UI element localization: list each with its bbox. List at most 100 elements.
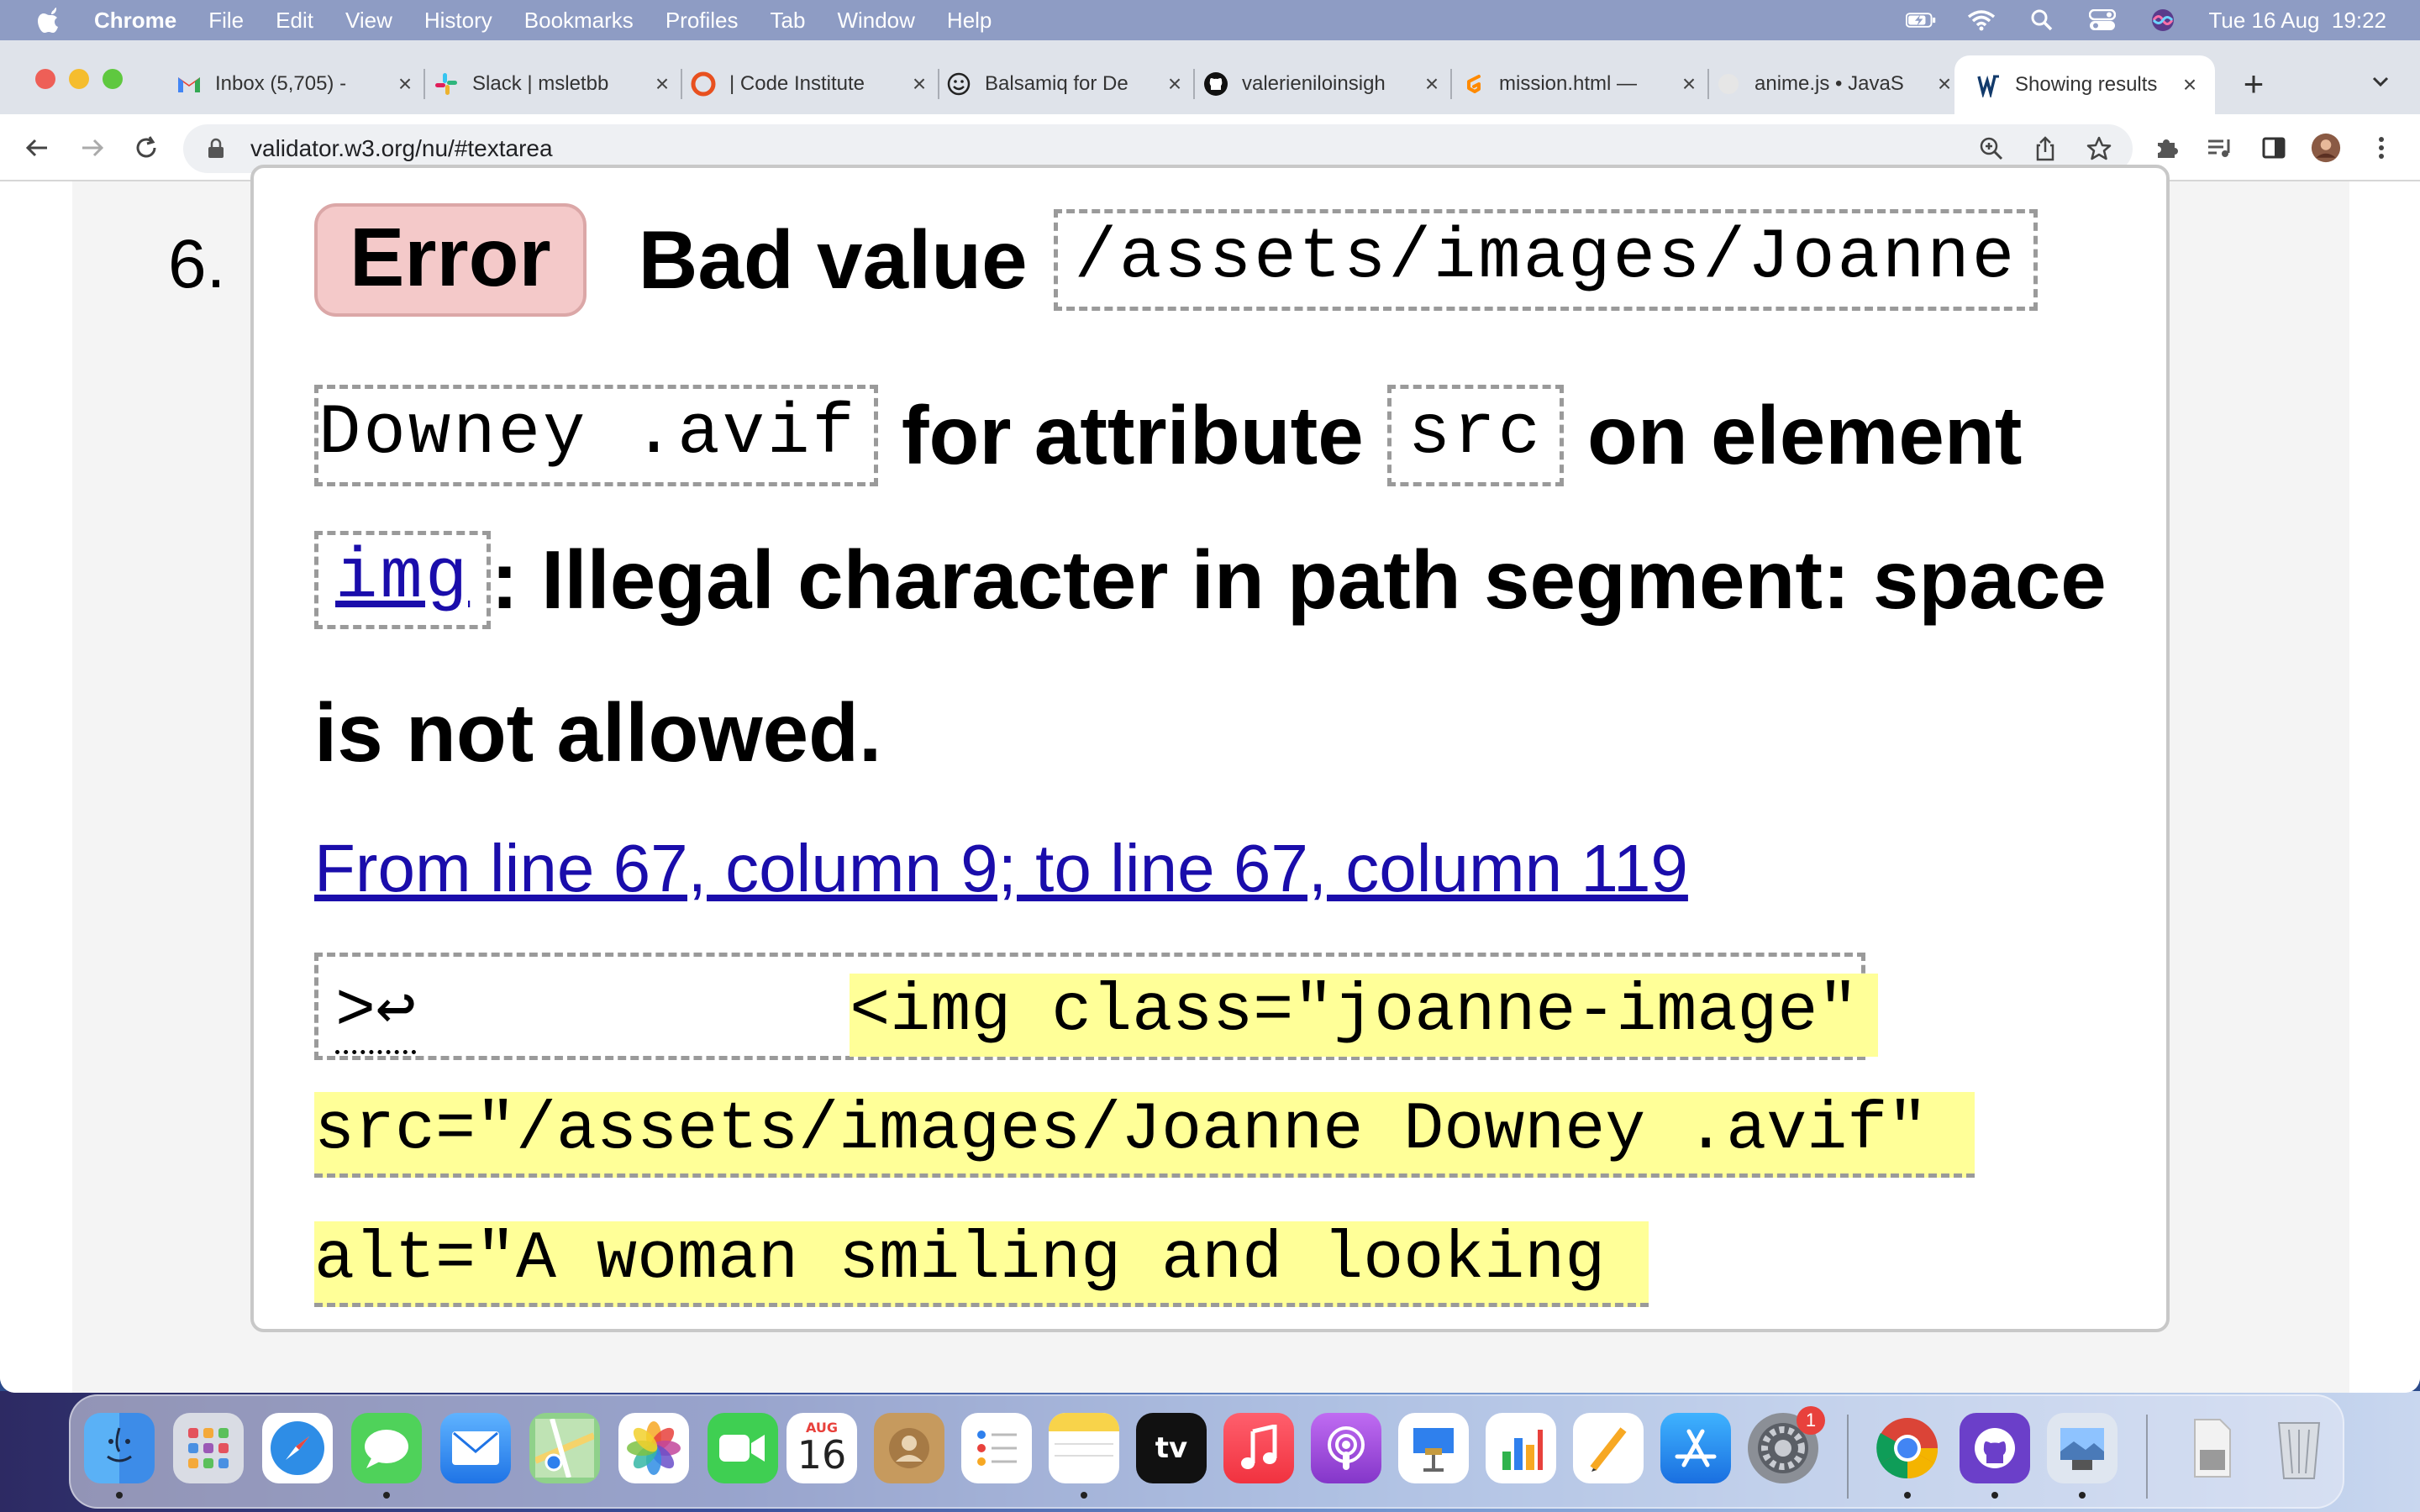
github-desktop-running-indicator (1991, 1492, 1998, 1499)
menu-history[interactable]: History (424, 8, 492, 34)
calendar-icon[interactable]: AUG 16 (786, 1413, 857, 1483)
menu-tab[interactable]: Tab (771, 8, 806, 34)
wifi-icon[interactable] (1966, 8, 1996, 33)
tab-slack[interactable]: Slack | msletbb × (434, 60, 682, 108)
message-number: 6. (168, 226, 226, 302)
tab-separator (424, 69, 425, 99)
back-button[interactable] (20, 131, 54, 165)
forward-button[interactable] (76, 131, 109, 165)
menu-clock[interactable]: Tue 16 Aug 19:22 (2208, 8, 2386, 34)
extract-prefix: >↩ (335, 974, 417, 1054)
extract-line-2: src="/assets/images/Joanne Downey .avif" (314, 1092, 1975, 1178)
menu-help[interactable]: Help (947, 8, 992, 34)
tab-close-icon[interactable]: × (2180, 71, 2200, 98)
extract-line-3: alt="A woman smiling and looking (314, 1221, 1649, 1307)
reminders-icon[interactable] (961, 1413, 1032, 1483)
menu-edit[interactable]: Edit (276, 8, 313, 34)
lock-icon[interactable] (205, 138, 227, 160)
music-icon[interactable] (1223, 1413, 1294, 1483)
message-line-2: Downey .avif for attribute src on elemen… (314, 385, 2022, 486)
trash-icon[interactable] (2264, 1413, 2334, 1483)
preview-running-indicator (2079, 1492, 2086, 1499)
tab-close-icon[interactable]: × (909, 71, 929, 97)
reload-button[interactable] (129, 131, 163, 165)
tab-close-icon[interactable]: × (1679, 71, 1699, 97)
preview-icon[interactable] (2047, 1413, 2118, 1483)
contacts-icon[interactable] (874, 1413, 944, 1483)
mail-icon[interactable] (440, 1413, 511, 1483)
finder-icon[interactable] (84, 1413, 155, 1483)
podcasts-icon[interactable] (1311, 1413, 1381, 1483)
menu-view[interactable]: View (345, 8, 392, 34)
minimize-window-button[interactable] (69, 69, 89, 89)
documents-folder-icon[interactable] (2176, 1413, 2247, 1483)
dock-separator (2146, 1415, 2148, 1499)
github-icon (1203, 71, 1228, 97)
menu-window[interactable]: Window (837, 8, 914, 34)
apple-tv-label: tv (1155, 1431, 1188, 1465)
menu-profiles[interactable]: Profiles (666, 8, 739, 34)
dock-separator (1847, 1415, 1849, 1499)
app-store-icon[interactable] (1660, 1413, 1731, 1483)
extract-highlight-line-1: <img class="joanne-image" (850, 974, 1879, 1057)
numbers-icon[interactable] (1486, 1413, 1556, 1483)
tab-close-icon[interactable]: × (652, 71, 672, 97)
launchpad-icon[interactable] (173, 1413, 244, 1483)
tab-code-institute[interactable]: | Code Institute × (691, 60, 939, 108)
gitpod-icon (1460, 71, 1486, 97)
menu-app-name[interactable]: Chrome (94, 8, 176, 34)
message-line-4: is not allowed. (314, 685, 881, 780)
source-location-link[interactable]: From line 67, column 9; to line 67, colu… (314, 830, 1688, 907)
profile-avatar[interactable] (2311, 133, 2341, 163)
spotlight-search-icon[interactable] (2027, 8, 2057, 33)
element-link[interactable]: img (335, 538, 470, 618)
keynote-icon[interactable] (1398, 1413, 1469, 1483)
finder-running-indicator (116, 1492, 123, 1499)
control-center-icon[interactable] (2087, 8, 2118, 33)
code-attribute: src (1386, 385, 1565, 486)
tab-close-icon[interactable]: × (1934, 71, 1954, 97)
safari-icon[interactable] (262, 1413, 333, 1483)
new-tab-button[interactable]: + (2235, 64, 2272, 104)
photos-icon[interactable] (618, 1413, 689, 1483)
siri-icon[interactable] (2148, 8, 2178, 33)
bookmark-star-icon[interactable] (2086, 135, 2112, 162)
apple-icon[interactable] (35, 6, 64, 34)
zoom-window-button[interactable] (103, 69, 123, 89)
browser-window: Inbox (5,705) - × Slack | msletbb × | Co… (0, 40, 2420, 1393)
tab-close-icon[interactable]: × (395, 71, 415, 97)
messages-icon[interactable] (351, 1413, 422, 1483)
address-url[interactable]: validator.w3.org/nu/#textarea (250, 135, 553, 162)
menu-bookmarks[interactable]: Bookmarks (524, 8, 634, 34)
tab-github[interactable]: valerieniloinsigh × (1203, 60, 1452, 108)
code-institute-icon (691, 71, 716, 97)
anime-icon (1716, 71, 1741, 97)
side-panel-icon[interactable] (2259, 133, 2289, 163)
chrome-icon[interactable] (1872, 1413, 1943, 1483)
menu-file[interactable]: File (208, 8, 244, 34)
pages-icon[interactable] (1573, 1413, 1644, 1483)
tab-gitpod[interactable]: mission.html — × (1460, 60, 1709, 108)
tab-separator (1707, 69, 1709, 99)
github-desktop-icon[interactable] (1960, 1413, 2030, 1483)
extensions-puzzle-icon[interactable] (2151, 133, 2181, 163)
notes-icon[interactable] (1049, 1413, 1119, 1483)
tab-w3c-validator[interactable]: Showing results × (1954, 55, 2215, 114)
tab-title: mission.html — (1499, 72, 1638, 95)
tab-gmail[interactable]: Inbox (5,705) - × (176, 60, 425, 108)
facetime-icon[interactable] (708, 1413, 778, 1483)
media-controls-icon[interactable] (2205, 133, 2235, 163)
share-icon[interactable] (2032, 135, 2059, 162)
tab-close-icon[interactable]: × (1422, 71, 1442, 97)
close-window-button[interactable] (35, 69, 55, 89)
zoom-icon[interactable] (1978, 135, 2005, 162)
tab-anime[interactable]: anime.js • JavaS × (1716, 60, 1954, 108)
apple-tv-icon[interactable]: tv (1136, 1413, 1207, 1483)
battery-icon[interactable] (1906, 8, 1936, 33)
chrome-menu-icon[interactable] (2366, 133, 2396, 163)
tab-search-chevron-icon[interactable] (2368, 69, 2393, 94)
tab-close-icon[interactable]: × (1165, 71, 1185, 97)
maps-icon[interactable] (529, 1413, 600, 1483)
tab-balsamiq[interactable]: Balsamiq for De × (946, 60, 1195, 108)
extract-line-1: >↩ <img class="joanne-image" (314, 953, 1879, 1060)
